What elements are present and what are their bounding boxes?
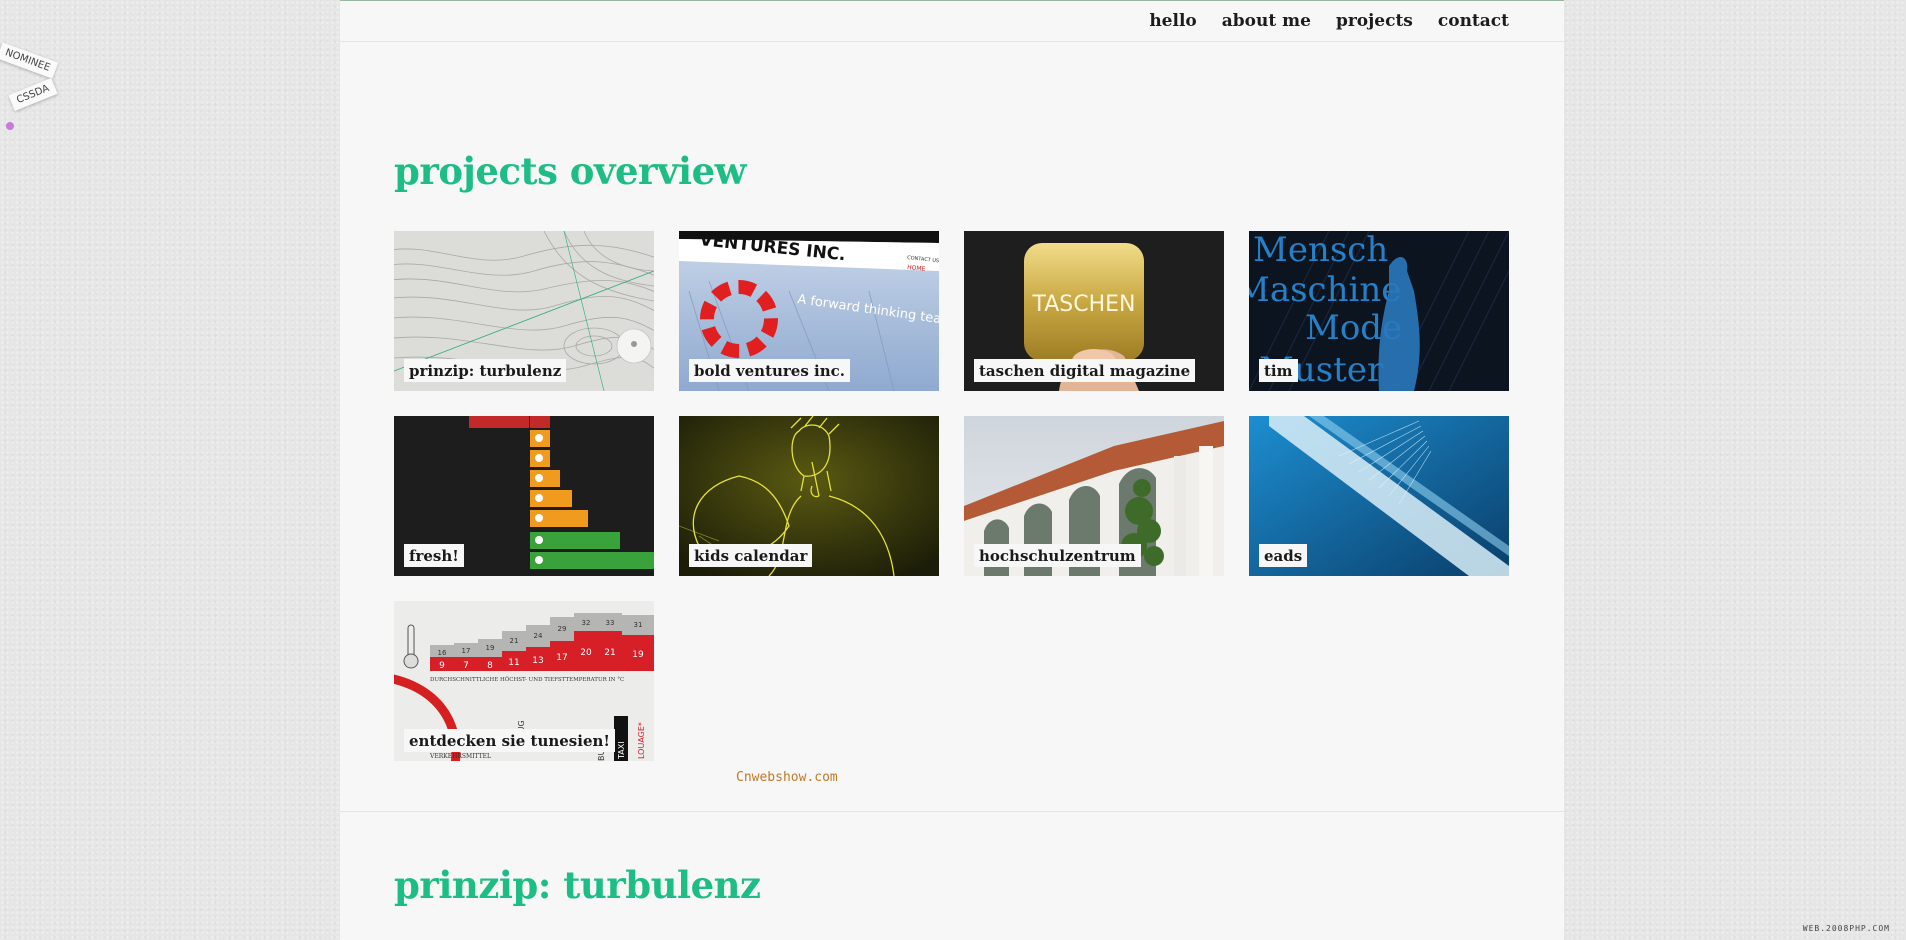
tunesien-top-value: 16 bbox=[438, 649, 447, 657]
tim-line-mensch: Mensch bbox=[1253, 231, 1388, 270]
tunesien-top-value: 17 bbox=[462, 647, 471, 655]
badge-nominee-text: NOMINEE bbox=[0, 42, 59, 79]
project-label: hochschulzentrum bbox=[974, 544, 1141, 567]
project-label: kids calendar bbox=[689, 544, 813, 567]
nav-about-me[interactable]: about me bbox=[1222, 11, 1311, 31]
projects-grid: prinzip: turbulenz VENTURES INC. CONTACT… bbox=[394, 231, 1510, 761]
tunesien-vertical-label: TAXI bbox=[617, 741, 626, 760]
badge-dot-icon bbox=[6, 122, 14, 130]
tunesien-top-value: 19 bbox=[486, 644, 495, 652]
tunesien-top-value: 32 bbox=[582, 619, 591, 627]
main-nav: hello about me projects contact bbox=[340, 1, 1564, 42]
nav-contact[interactable]: contact bbox=[1438, 11, 1509, 31]
project-tile-turbulenz[interactable]: prinzip: turbulenz bbox=[394, 231, 654, 391]
projects-overview-title: projects overview bbox=[394, 149, 746, 193]
tunesien-value: 21 bbox=[604, 648, 615, 658]
tunesien-value: 20 bbox=[580, 648, 592, 658]
project-tile-tunesien[interactable]: 9 7 8 11 13 17 20 21 19 16 17 19 21 24 2… bbox=[394, 601, 654, 761]
project-label: eads bbox=[1259, 544, 1308, 567]
tunesien-value: 11 bbox=[508, 658, 519, 668]
project-tile-taschen[interactable]: TASCHEN taschen digital magazine bbox=[964, 231, 1224, 391]
badge-cssda-text: CSSDA bbox=[8, 77, 58, 112]
corner-watermark: WEB.2008PHP.COM bbox=[1802, 924, 1890, 933]
project-label: entdecken sie tunesien! bbox=[404, 729, 615, 752]
tunesien-value: 9 bbox=[439, 661, 445, 671]
project-tile-fresh[interactable]: fresh! bbox=[394, 416, 654, 576]
tunesien-footer: VERKEHRSMITTEL bbox=[429, 753, 491, 760]
nav-projects[interactable]: projects bbox=[1336, 11, 1413, 31]
tunesien-caption: DURCHSCHNITTLICHE HÖCHST- UND TIEFSTTEMP… bbox=[430, 676, 624, 683]
tunesien-value: 7 bbox=[463, 661, 469, 671]
tunesien-value: 19 bbox=[632, 650, 644, 660]
project-tile-eads[interactable]: eads bbox=[1249, 416, 1509, 576]
tunesien-top-value: 21 bbox=[510, 637, 519, 645]
taschen-logo-text: TASCHEN bbox=[1031, 292, 1135, 317]
tunesien-top-value: 29 bbox=[558, 625, 567, 633]
tim-line-maschine: Maschine bbox=[1249, 270, 1401, 310]
project-label: taschen digital magazine bbox=[974, 359, 1196, 382]
tunesien-value: 13 bbox=[532, 656, 543, 666]
section-divider bbox=[340, 811, 1564, 812]
tunesien-top-value: 33 bbox=[606, 619, 615, 627]
cssda-nominee-badge[interactable]: NOMINEE CSSDA bbox=[0, 42, 70, 134]
project-section-title: prinzip: turbulenz bbox=[394, 863, 761, 907]
tunesien-top-value: 31 bbox=[634, 621, 643, 629]
page-container: hello about me projects contact projects… bbox=[340, 0, 1564, 940]
tunesien-vertical-label: LOUAGE* bbox=[637, 722, 646, 759]
project-label: tim bbox=[1259, 359, 1298, 382]
project-tile-hochschulzentrum[interactable]: hochschulzentrum bbox=[964, 416, 1224, 576]
project-tile-tim[interactable]: Mensch Maschine Mode Muster tim bbox=[1249, 231, 1509, 391]
tunesien-value: 8 bbox=[487, 661, 493, 671]
tunesien-value: 17 bbox=[556, 653, 567, 663]
project-tile-kids-calendar[interactable]: kids calendar bbox=[679, 416, 939, 576]
project-label: fresh! bbox=[404, 544, 464, 567]
nav-hello[interactable]: hello bbox=[1149, 11, 1196, 31]
tunesien-top-value: 24 bbox=[534, 632, 543, 640]
project-label: bold ventures inc. bbox=[689, 359, 850, 382]
project-tile-bold-ventures[interactable]: VENTURES INC. CONTACT US HOME A forward … bbox=[679, 231, 939, 391]
project-label: prinzip: turbulenz bbox=[404, 359, 567, 382]
watermark-text: Cnwebshow.com bbox=[736, 770, 838, 785]
